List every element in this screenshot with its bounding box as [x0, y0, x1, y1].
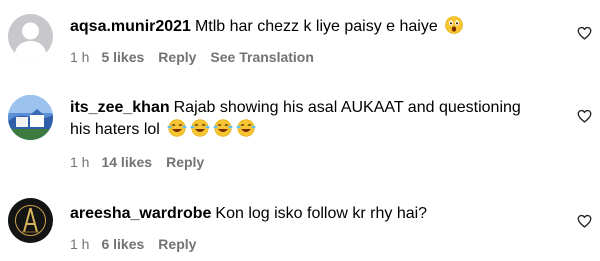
comment-text: Kon log isko follow kr rhy hai? — [215, 205, 428, 222]
avatar[interactable] — [8, 95, 53, 140]
reply-button[interactable]: Reply — [158, 236, 196, 252]
comment-time: 1 h — [70, 49, 90, 65]
likes-count[interactable]: 6 likes — [101, 236, 144, 252]
see-translation-button[interactable]: See Translation — [210, 49, 313, 65]
like-heart-icon[interactable] — [577, 214, 592, 228]
comment-username[interactable]: areesha_wardrobe — [70, 205, 211, 222]
comment-meta: 1 h 14 likes Reply — [70, 154, 218, 170]
reply-button[interactable]: Reply — [158, 49, 196, 65]
comment-time: 1 h — [70, 154, 90, 170]
profile-photo-icon — [8, 95, 53, 140]
like-heart-icon[interactable] — [577, 109, 592, 123]
reply-button[interactable]: Reply — [166, 154, 204, 170]
likes-count[interactable]: 14 likes — [101, 154, 152, 170]
comment-username[interactable]: aqsa.munir2021 — [70, 18, 191, 35]
comment-text: Mtlb har chezz k liye paisy e haiye — [194, 18, 438, 35]
laughing-tears-emoji-icon — [236, 119, 256, 144]
comment-time: 1 h — [70, 236, 90, 252]
laughing-tears-emoji-icon — [167, 119, 187, 144]
profile-logo-icon — [8, 198, 53, 243]
like-heart-icon[interactable] — [577, 26, 592, 40]
avatar[interactable] — [8, 14, 53, 59]
comment-meta: 1 h 5 likes Reply See Translation — [70, 49, 328, 65]
astonished-emoji-icon — [445, 16, 463, 41]
default-avatar-icon — [8, 14, 53, 59]
comment-text-line2: his haters lol — [70, 121, 160, 138]
comment-text-line1: Rajab showing his asal AUKAAT and questi… — [173, 99, 521, 116]
comment-meta: 1 h 6 likes Reply — [70, 236, 210, 252]
laughing-tears-emoji-icon — [213, 119, 233, 144]
avatar[interactable] — [8, 198, 53, 243]
laughing-tears-emoji-icon — [190, 119, 210, 144]
likes-count[interactable]: 5 likes — [101, 49, 144, 65]
comment-username[interactable]: its_zee_khan — [70, 99, 170, 116]
